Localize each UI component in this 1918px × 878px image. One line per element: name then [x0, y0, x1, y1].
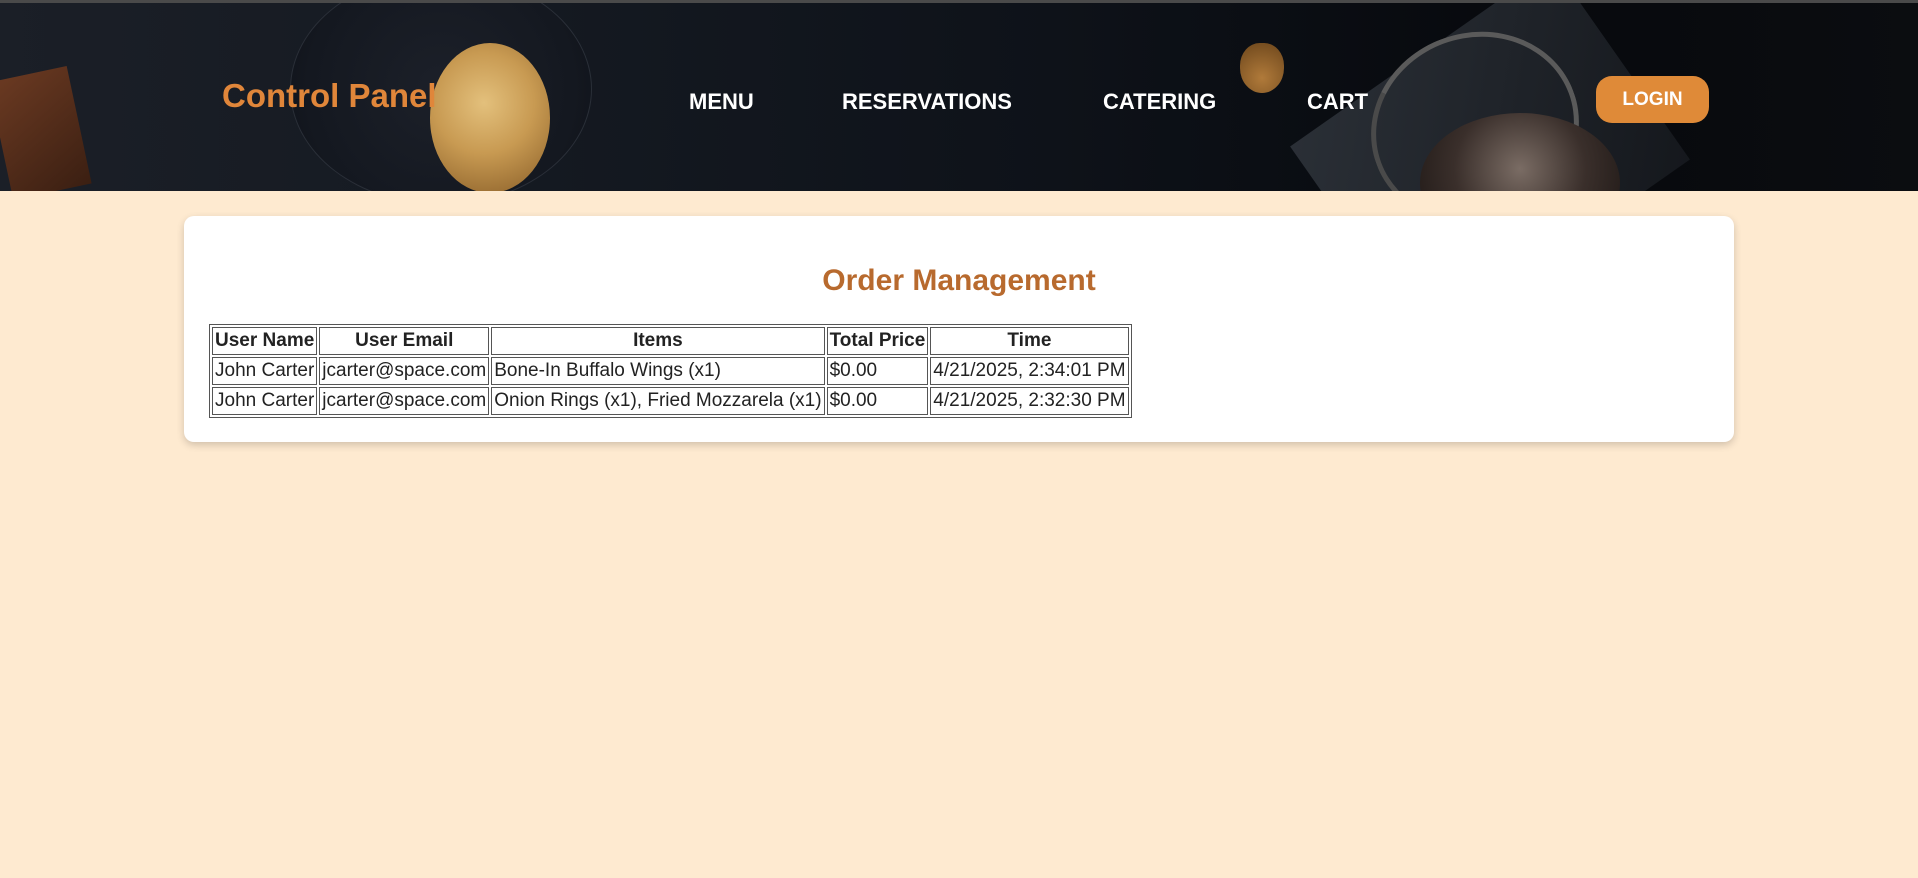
cell-user-email: jcarter@space.com — [319, 387, 490, 415]
cell-time: 4/21/2025, 2:32:30 PM — [930, 387, 1129, 415]
column-header-user-name: User Name — [212, 327, 318, 355]
cutting-board-image — [0, 65, 92, 191]
nav-reservations-link[interactable]: RESERVATIONS — [842, 89, 1012, 115]
cell-items: Bone-In Buffalo Wings (x1) — [491, 357, 825, 385]
cell-user-name: John Carter — [212, 357, 318, 385]
cell-items: Onion Rings (x1), Fried Mozzarela (x1) — [491, 387, 825, 415]
column-header-time: Time — [930, 327, 1129, 355]
site-header: Control Panel MENU RESERVATIONS CATERING… — [0, 3, 1918, 191]
table-row: John Carter jcarter@space.com Onion Ring… — [212, 387, 1129, 415]
cell-total-price: $0.00 — [826, 387, 929, 415]
cell-time: 4/21/2025, 2:34:01 PM — [930, 357, 1129, 385]
order-management-panel: Order Management User Name User Email It… — [184, 216, 1734, 442]
cell-user-email: jcarter@space.com — [319, 357, 490, 385]
nav-menu-link[interactable]: MENU — [689, 89, 754, 115]
column-header-total-price: Total Price — [826, 327, 929, 355]
acorn-image — [1240, 43, 1284, 93]
column-header-items: Items — [491, 327, 825, 355]
orders-table: User Name User Email Items Total Price T… — [209, 324, 1132, 418]
cell-user-name: John Carter — [212, 387, 318, 415]
page-title: Order Management — [822, 264, 1096, 297]
table-header-row: User Name User Email Items Total Price T… — [212, 327, 1129, 355]
nav-catering-link[interactable]: CATERING — [1103, 89, 1216, 115]
column-header-user-email: User Email — [319, 327, 490, 355]
cell-total-price: $0.00 — [826, 357, 929, 385]
table-row: John Carter jcarter@space.com Bone-In Bu… — [212, 357, 1129, 385]
login-button[interactable]: LOGIN — [1596, 76, 1709, 123]
nav-cart-link[interactable]: CART — [1307, 89, 1368, 115]
